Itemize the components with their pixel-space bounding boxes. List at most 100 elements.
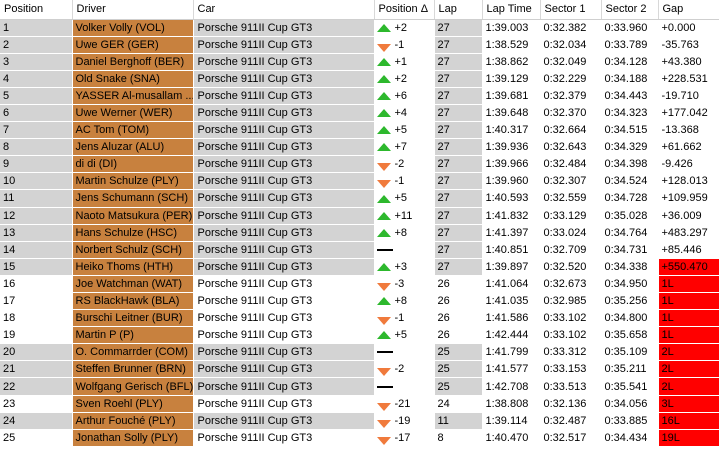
lap-time-cell: 1:41.799 xyxy=(482,343,541,362)
header-position-delta[interactable]: Position Δ xyxy=(374,0,435,20)
lap-time-cell: 1:40.317 xyxy=(482,121,541,140)
position-delta-cell: +8 xyxy=(374,224,435,242)
driver-cell: Jens Aluzar (ALU) xyxy=(72,138,194,157)
car-cell: Porsche 911II Cup GT3 xyxy=(193,412,375,430)
position-delta-value: +7 xyxy=(394,141,408,154)
table-row[interactable]: 4 Old Snake (SNA) Porsche 911II Cup GT3 +2 2… xyxy=(0,70,719,88)
header-gap[interactable]: Gap xyxy=(658,0,719,20)
sector-2-cell: 0:34.728 xyxy=(601,189,659,208)
lap-cell: 26 xyxy=(434,292,483,311)
table-row[interactable]: 18 Burschi Leitner (BUR) Porsche 911II Cup… xyxy=(0,309,719,328)
header-car[interactable]: Car xyxy=(193,0,375,20)
sector-1-cell: 0:32.379 xyxy=(540,87,602,105)
header-lap-time[interactable]: Lap Time xyxy=(482,0,541,20)
sector-1-cell: 0:32.559 xyxy=(540,189,602,208)
arrow-up-icon xyxy=(376,23,391,32)
table-row[interactable]: 24 Arthur Fouché (PLY) Porsche 911II Cup G… xyxy=(0,412,719,430)
sector-2-cell: 0:33.885 xyxy=(601,412,659,430)
table-row[interactable]: 7 AC Tom (TOM) Porsche 911II Cup GT3 +5 27 1:… xyxy=(0,121,719,140)
table-row[interactable]: 6 Uwe Werner (WER) Porsche 911II Cup GT3 +4… xyxy=(0,104,719,123)
sector-1-cell: 0:32.487 xyxy=(540,412,602,430)
position-cell: 11 xyxy=(0,189,73,208)
sector-1-cell: 0:32.643 xyxy=(540,138,602,157)
gap-cell: +228.531 xyxy=(658,70,719,88)
position-cell: 6 xyxy=(0,104,73,123)
table-row[interactable]: 1 Volker Volly (VOL) Porsche 911II Cup GT3… xyxy=(0,19,719,37)
lap-cell: 26 xyxy=(434,326,483,345)
header-driver[interactable]: Driver xyxy=(72,0,194,20)
driver-cell: Hans Schulze (HSC) xyxy=(72,224,194,242)
position-delta-cell: -2 xyxy=(374,155,435,174)
lap-cell: 27 xyxy=(434,172,483,191)
table-row[interactable]: 16 Joe Watchman (WAT) Porsche 911II Cup GT… xyxy=(0,275,719,294)
position-delta-value: +5 xyxy=(394,192,408,205)
table-row[interactable]: 25 Jonathan Solly (PLY) Porsche 911II Cup … xyxy=(0,429,719,447)
header-lap[interactable]: Lap xyxy=(434,0,483,20)
table-row[interactable]: 14 Norbert Schulz (SCH) Porsche 911II Cup … xyxy=(0,241,719,259)
sector-1-cell: 0:33.024 xyxy=(540,224,602,242)
driver-cell: AC Tom (TOM) xyxy=(72,121,194,140)
table-row[interactable]: 9 di di (DI) Porsche 911II Cup GT3 -2 27 1:39… xyxy=(0,155,719,174)
table-row[interactable]: 12 Naoto Matsukura (PER) Porsche 911II Cup… xyxy=(0,207,719,225)
position-delta-value: +6 xyxy=(394,89,408,102)
position-delta-cell: -3 xyxy=(374,275,435,294)
table-row[interactable]: 5 YASSER Al-musallam ... Porsche 911II Cup… xyxy=(0,87,719,105)
arrow-up-icon xyxy=(376,74,391,83)
header-position[interactable]: Position xyxy=(0,0,73,20)
lap-cell: 27 xyxy=(434,121,483,140)
lap-cell: 8 xyxy=(434,429,483,447)
header-sector-1[interactable]: Sector 1 xyxy=(540,0,602,20)
sector-1-cell: 0:32.484 xyxy=(540,155,602,174)
table-row[interactable]: 17 RS BlackHawk (BLA) Porsche 911II Cup GT… xyxy=(0,292,719,311)
table-row[interactable]: 13 Hans Schulze (HSC) Porsche 911II Cup GT… xyxy=(0,224,719,242)
table-row[interactable]: 8 Jens Aluzar (ALU) Porsche 911II Cup GT3 +… xyxy=(0,138,719,157)
sector-2-cell: 0:34.731 xyxy=(601,241,659,259)
table-row[interactable]: 10 Martin Schulze (PLY) Porsche 911II Cup … xyxy=(0,172,719,191)
header-sector-2[interactable]: Sector 2 xyxy=(601,0,659,20)
table-row[interactable]: 2 Uwe GER (GER) Porsche 911II Cup GT3 -1 27 1… xyxy=(0,36,719,54)
lap-time-cell: 1:39.936 xyxy=(482,138,541,157)
lap-cell: 26 xyxy=(434,309,483,328)
lap-time-cell: 1:41.064 xyxy=(482,275,541,294)
table-row[interactable]: 20 O. Commarrder (COM) Porsche 911II Cup G… xyxy=(0,343,719,362)
car-cell: Porsche 911II Cup GT3 xyxy=(193,121,375,140)
sector-1-cell: 0:32.517 xyxy=(540,429,602,447)
arrow-up-icon xyxy=(376,228,391,237)
table-row[interactable]: 15 Heiko Thoms (HTH) Porsche 911II Cup GT3… xyxy=(0,258,719,276)
car-cell: Porsche 911II Cup GT3 xyxy=(193,258,375,276)
table-row[interactable]: 22 Wolfgang Gerisch (BFL) Porsche 911II Cu… xyxy=(0,377,719,396)
gap-cell: +43.380 xyxy=(658,53,719,71)
lap-time-cell: 1:40.470 xyxy=(482,429,541,447)
car-cell: Porsche 911II Cup GT3 xyxy=(193,104,375,123)
driver-cell: Steffen Brunner (BRN) xyxy=(72,360,194,379)
position-delta-cell: +5 xyxy=(374,326,435,345)
no-change-icon xyxy=(376,248,393,251)
gap-cell: 2L xyxy=(658,377,719,396)
position-delta-cell: +5 xyxy=(374,121,435,140)
gap-cell: -13.368 xyxy=(658,121,719,140)
position-delta-value: +4 xyxy=(394,107,408,120)
sector-1-cell: 0:32.709 xyxy=(540,241,602,259)
lap-time-cell: 1:42.708 xyxy=(482,377,541,396)
gap-cell: 1L xyxy=(658,292,719,311)
sector-2-cell: 0:34.398 xyxy=(601,155,659,174)
table-row[interactable]: 21 Steffen Brunner (BRN) Porsche 911II Cup… xyxy=(0,360,719,379)
table-row[interactable]: 23 Sven Roehl (PLY) Porsche 911II Cup GT3 -… xyxy=(0,395,719,413)
car-cell: Porsche 911II Cup GT3 xyxy=(193,395,375,413)
table-row[interactable]: 3 Daniel Berghoff (BER) Porsche 911II Cup … xyxy=(0,53,719,71)
arrow-up-icon xyxy=(376,262,391,271)
position-delta-cell: -1 xyxy=(374,36,435,54)
sector-1-cell: 0:32.370 xyxy=(540,104,602,123)
arrow-down-icon xyxy=(376,317,391,326)
table-row[interactable]: 11 Jens Schumann (SCH) Porsche 911II Cup G… xyxy=(0,189,719,208)
position-delta-cell: +11 xyxy=(374,207,435,225)
gap-cell: +109.959 xyxy=(658,189,719,208)
table-row[interactable]: 19 Martin P (P) Porsche 911II Cup GT3 +5 26 1… xyxy=(0,326,719,345)
position-cell: 23 xyxy=(0,395,73,413)
sector-2-cell: 0:33.960 xyxy=(601,19,659,37)
position-cell: 12 xyxy=(0,207,73,225)
driver-cell: Heiko Thoms (HTH) xyxy=(72,258,194,276)
position-delta-cell: -19 xyxy=(374,412,435,430)
position-cell: 20 xyxy=(0,343,73,362)
gap-cell: -19.710 xyxy=(658,87,719,105)
